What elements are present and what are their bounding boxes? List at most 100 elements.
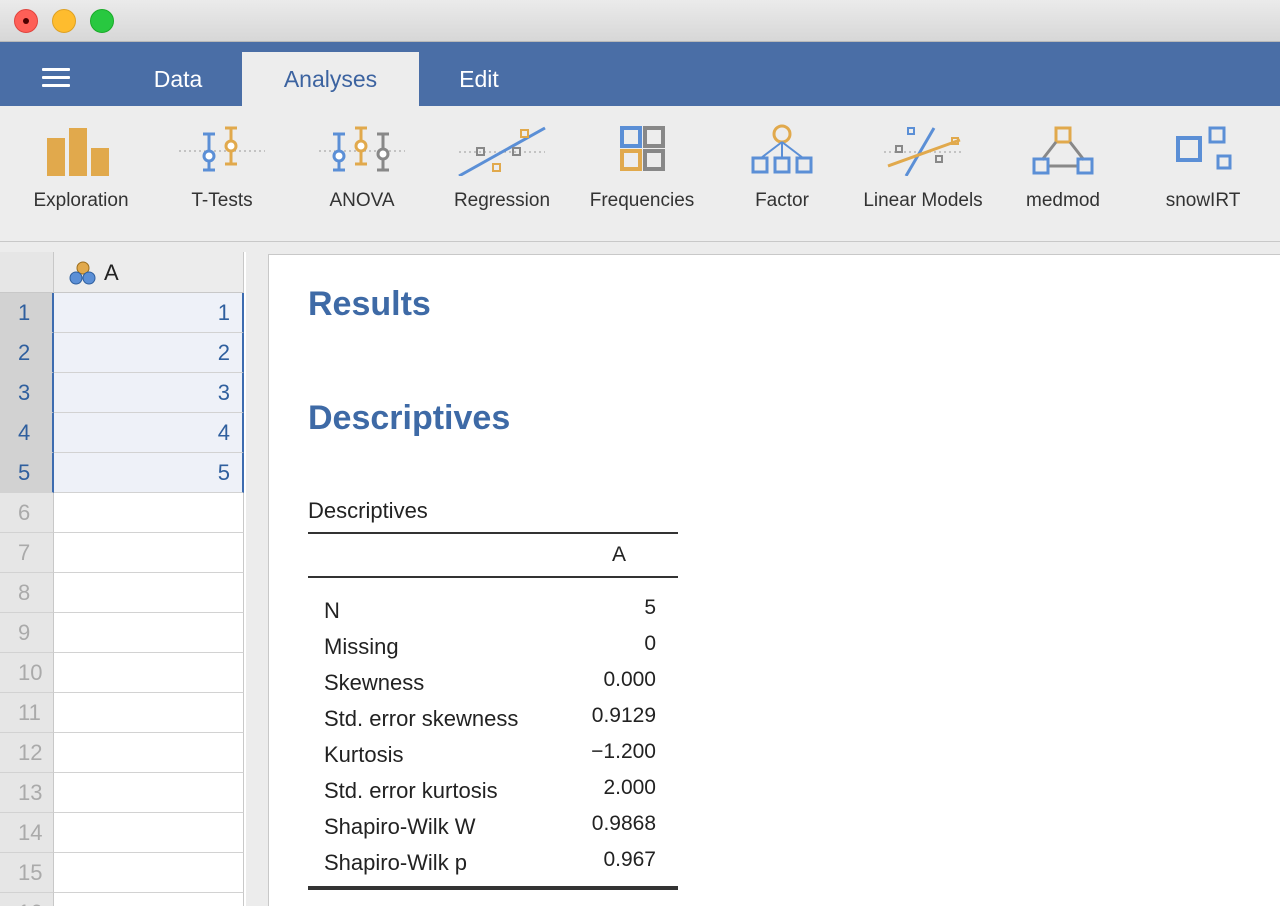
regression-button[interactable]: Regression <box>432 124 572 224</box>
stat-value: 5 <box>644 596 656 619</box>
medmod-button[interactable]: medmod <box>993 124 1133 224</box>
column-header-a[interactable]: A <box>54 252 244 293</box>
results-panel: Results Descriptives Descriptives A N 5 … <box>268 254 1280 906</box>
linear-models-button[interactable]: Linear Models <box>853 124 993 224</box>
table-row: 16 <box>0 893 244 906</box>
row-number[interactable]: 6 <box>0 493 54 533</box>
regression-icon <box>458 126 546 176</box>
data-cell[interactable] <box>54 733 244 773</box>
snowirt-button[interactable]: snowIRT <box>1133 124 1273 224</box>
hamburger-icon[interactable] <box>42 68 70 88</box>
row-number[interactable]: 16 <box>0 893 54 906</box>
exploration-icon <box>47 128 109 176</box>
row-number[interactable]: 15 <box>0 853 54 893</box>
table-row: 13 <box>0 773 244 813</box>
stat-value: 0.9868 <box>591 812 656 835</box>
linear-models-icon <box>884 127 962 176</box>
column-header: A <box>611 543 626 566</box>
ttests-label: T-Tests <box>191 190 253 211</box>
medmod-label: medmod <box>1026 190 1100 211</box>
descriptives-table[interactable]: A N 5 Missing 0 Skewness 0.000 Std. erro… <box>308 532 678 890</box>
zoom-window-button[interactable] <box>90 9 114 33</box>
data-cell[interactable] <box>54 813 244 853</box>
descriptives-heading[interactable]: Descriptives <box>308 399 510 438</box>
data-cell[interactable]: 3 <box>54 373 244 413</box>
data-cell[interactable]: 2 <box>54 333 244 373</box>
data-cell[interactable] <box>54 893 244 906</box>
nominal-variable-icon <box>69 261 96 285</box>
row-number[interactable]: 3 <box>0 373 54 413</box>
stat-label: N <box>324 598 340 623</box>
table-row: 10 <box>0 653 244 693</box>
stat-label: Std. error skewness <box>324 706 519 731</box>
snowirt-label: snowIRT <box>1165 190 1241 211</box>
row-number[interactable]: 1 <box>0 293 54 333</box>
column-name: A <box>104 260 119 285</box>
table-row: 7 <box>0 533 244 573</box>
tab-edit[interactable]: Edit <box>420 52 538 106</box>
stat-label: Shapiro-Wilk W <box>324 814 476 839</box>
data-cell[interactable] <box>54 613 244 653</box>
row-number[interactable]: 5 <box>0 453 54 493</box>
data-spreadsheet: A 1 1 2 2 3 3 4 4 5 5 6 7 8 9 10 11 12 1… <box>0 252 246 906</box>
data-cell[interactable] <box>54 653 244 693</box>
data-cell[interactable]: 1 <box>54 293 244 333</box>
ttests-button[interactable]: T-Tests <box>152 124 292 224</box>
row-number[interactable]: 8 <box>0 573 54 613</box>
row-number[interactable]: 11 <box>0 693 54 733</box>
row-number[interactable]: 13 <box>0 773 54 813</box>
factor-label: Factor <box>755 190 809 211</box>
medmod-icon <box>1032 126 1094 175</box>
stat-value: 2.000 <box>603 776 656 799</box>
table-row: 12 <box>0 733 244 773</box>
stat-label: Missing <box>324 634 399 659</box>
table-row: Shapiro-Wilk W 0.9868 <box>308 806 678 842</box>
row-number[interactable]: 7 <box>0 533 54 573</box>
table-row: N 5 <box>308 590 678 626</box>
data-cell[interactable] <box>54 493 244 533</box>
exploration-label: Exploration <box>33 190 129 211</box>
minimize-window-button[interactable] <box>52 9 76 33</box>
factor-button[interactable]: Factor <box>712 124 852 224</box>
table-caption: Descriptives <box>308 498 428 523</box>
close-window-button[interactable] <box>14 9 38 33</box>
row-number[interactable]: 9 <box>0 613 54 653</box>
data-cell[interactable] <box>54 573 244 613</box>
table-row: Std. error kurtosis 2.000 <box>308 770 678 806</box>
analyses-ribbon: Exploration T-Tests ANOVA Regression Fre… <box>0 106 1280 242</box>
stat-label: Skewness <box>324 670 425 695</box>
table-row: Shapiro-Wilk p 0.967 <box>308 842 678 878</box>
tab-data[interactable]: Data <box>118 52 238 106</box>
stat-value: −1.200 <box>591 740 656 763</box>
sheet-corner[interactable] <box>0 252 54 293</box>
table-row: 5 5 <box>0 453 244 493</box>
data-cell[interactable]: 5 <box>54 453 244 493</box>
table-row: 2 2 <box>0 333 244 373</box>
row-number[interactable]: 10 <box>0 653 54 693</box>
row-number[interactable]: 14 <box>0 813 54 853</box>
jamovi-window: Data Analyses Edit Exploration T-Tests A… <box>0 0 1280 906</box>
results-heading: Results <box>308 285 431 323</box>
frequencies-button[interactable]: Frequencies <box>572 124 712 224</box>
exploration-button[interactable]: Exploration <box>11 124 151 224</box>
row-number[interactable]: 4 <box>0 413 54 453</box>
stat-label: Kurtosis <box>324 742 404 767</box>
tab-analyses[interactable]: Analyses <box>242 52 419 106</box>
frequencies-label: Frequencies <box>589 190 695 211</box>
row-number[interactable]: 12 <box>0 733 54 773</box>
stat-label: Std. error kurtosis <box>324 778 498 803</box>
stat-value: 0 <box>644 632 656 655</box>
snowirt-icon <box>1176 126 1232 170</box>
data-cell[interactable] <box>54 853 244 893</box>
data-cell[interactable] <box>54 773 244 813</box>
data-cell[interactable]: 4 <box>54 413 244 453</box>
stat-value: 0.9129 <box>591 704 656 727</box>
row-number[interactable]: 2 <box>0 333 54 373</box>
data-cell[interactable] <box>54 693 244 733</box>
linear-models-label: Linear Models <box>863 190 983 211</box>
anova-button[interactable]: ANOVA <box>292 124 432 224</box>
stat-value: 0.000 <box>603 668 656 691</box>
data-cell[interactable] <box>54 533 244 573</box>
table-bottom-rule <box>308 886 678 890</box>
frequencies-icon <box>620 126 665 171</box>
